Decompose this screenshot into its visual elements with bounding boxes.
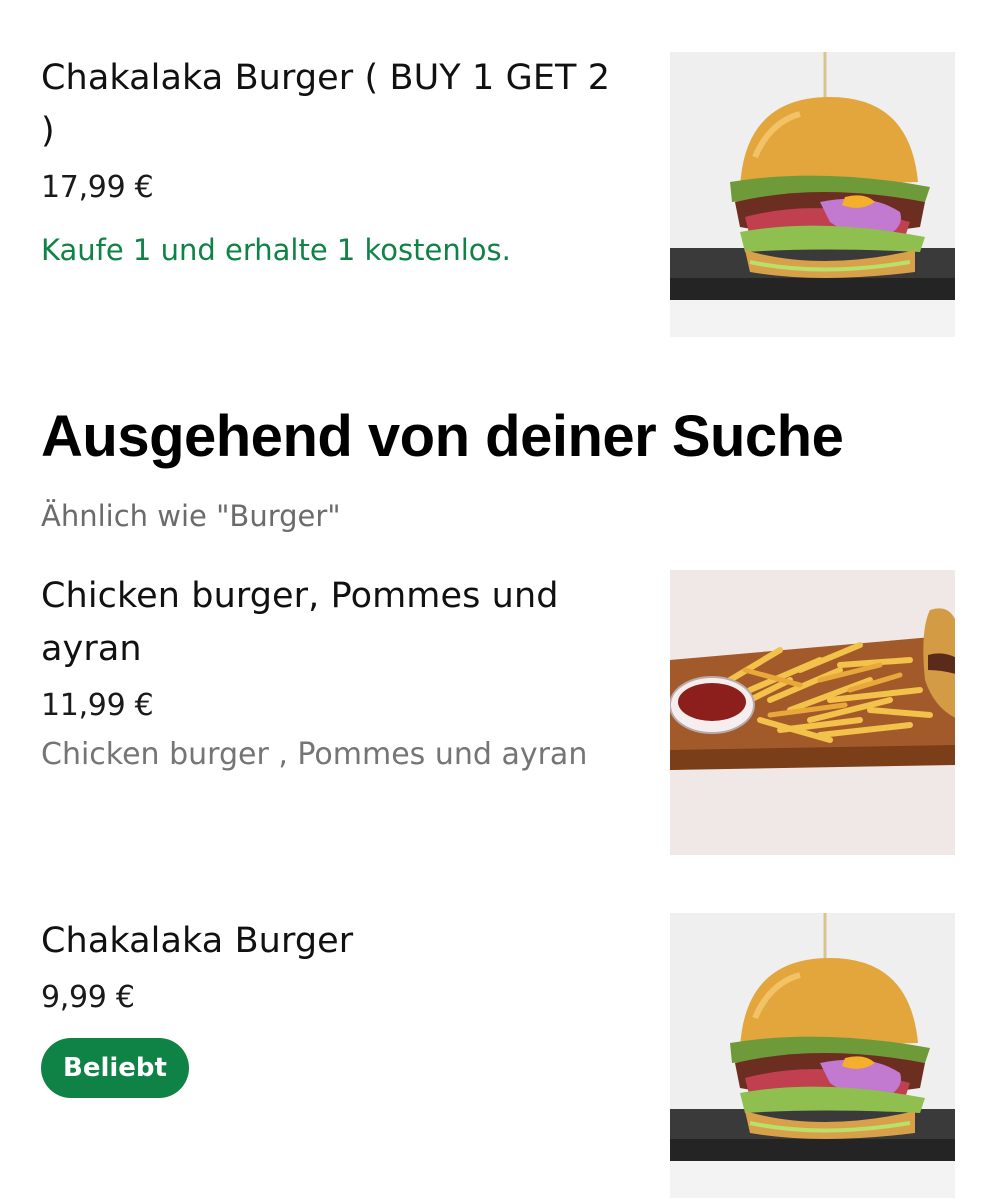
section-title: Ausgehend von deiner Suche [41, 404, 844, 469]
item-name: Chakalaka Burger [41, 921, 354, 961]
section-subtitle: Ähnlich wie "Burger" [41, 499, 341, 533]
item-name: Chicken burger, Pommes und ayran [41, 576, 559, 669]
fries-photo-icon[interactable] [670, 570, 955, 855]
burger-photo-icon[interactable] [670, 913, 955, 1198]
item-name: Chakalaka Burger ( BUY 1 GET 2 ) [41, 58, 611, 151]
popular-badge: Beliebt [41, 1038, 189, 1098]
item-description: Chicken burger , Pommes und ayran [41, 737, 588, 772]
burger-photo-icon[interactable] [670, 52, 955, 337]
